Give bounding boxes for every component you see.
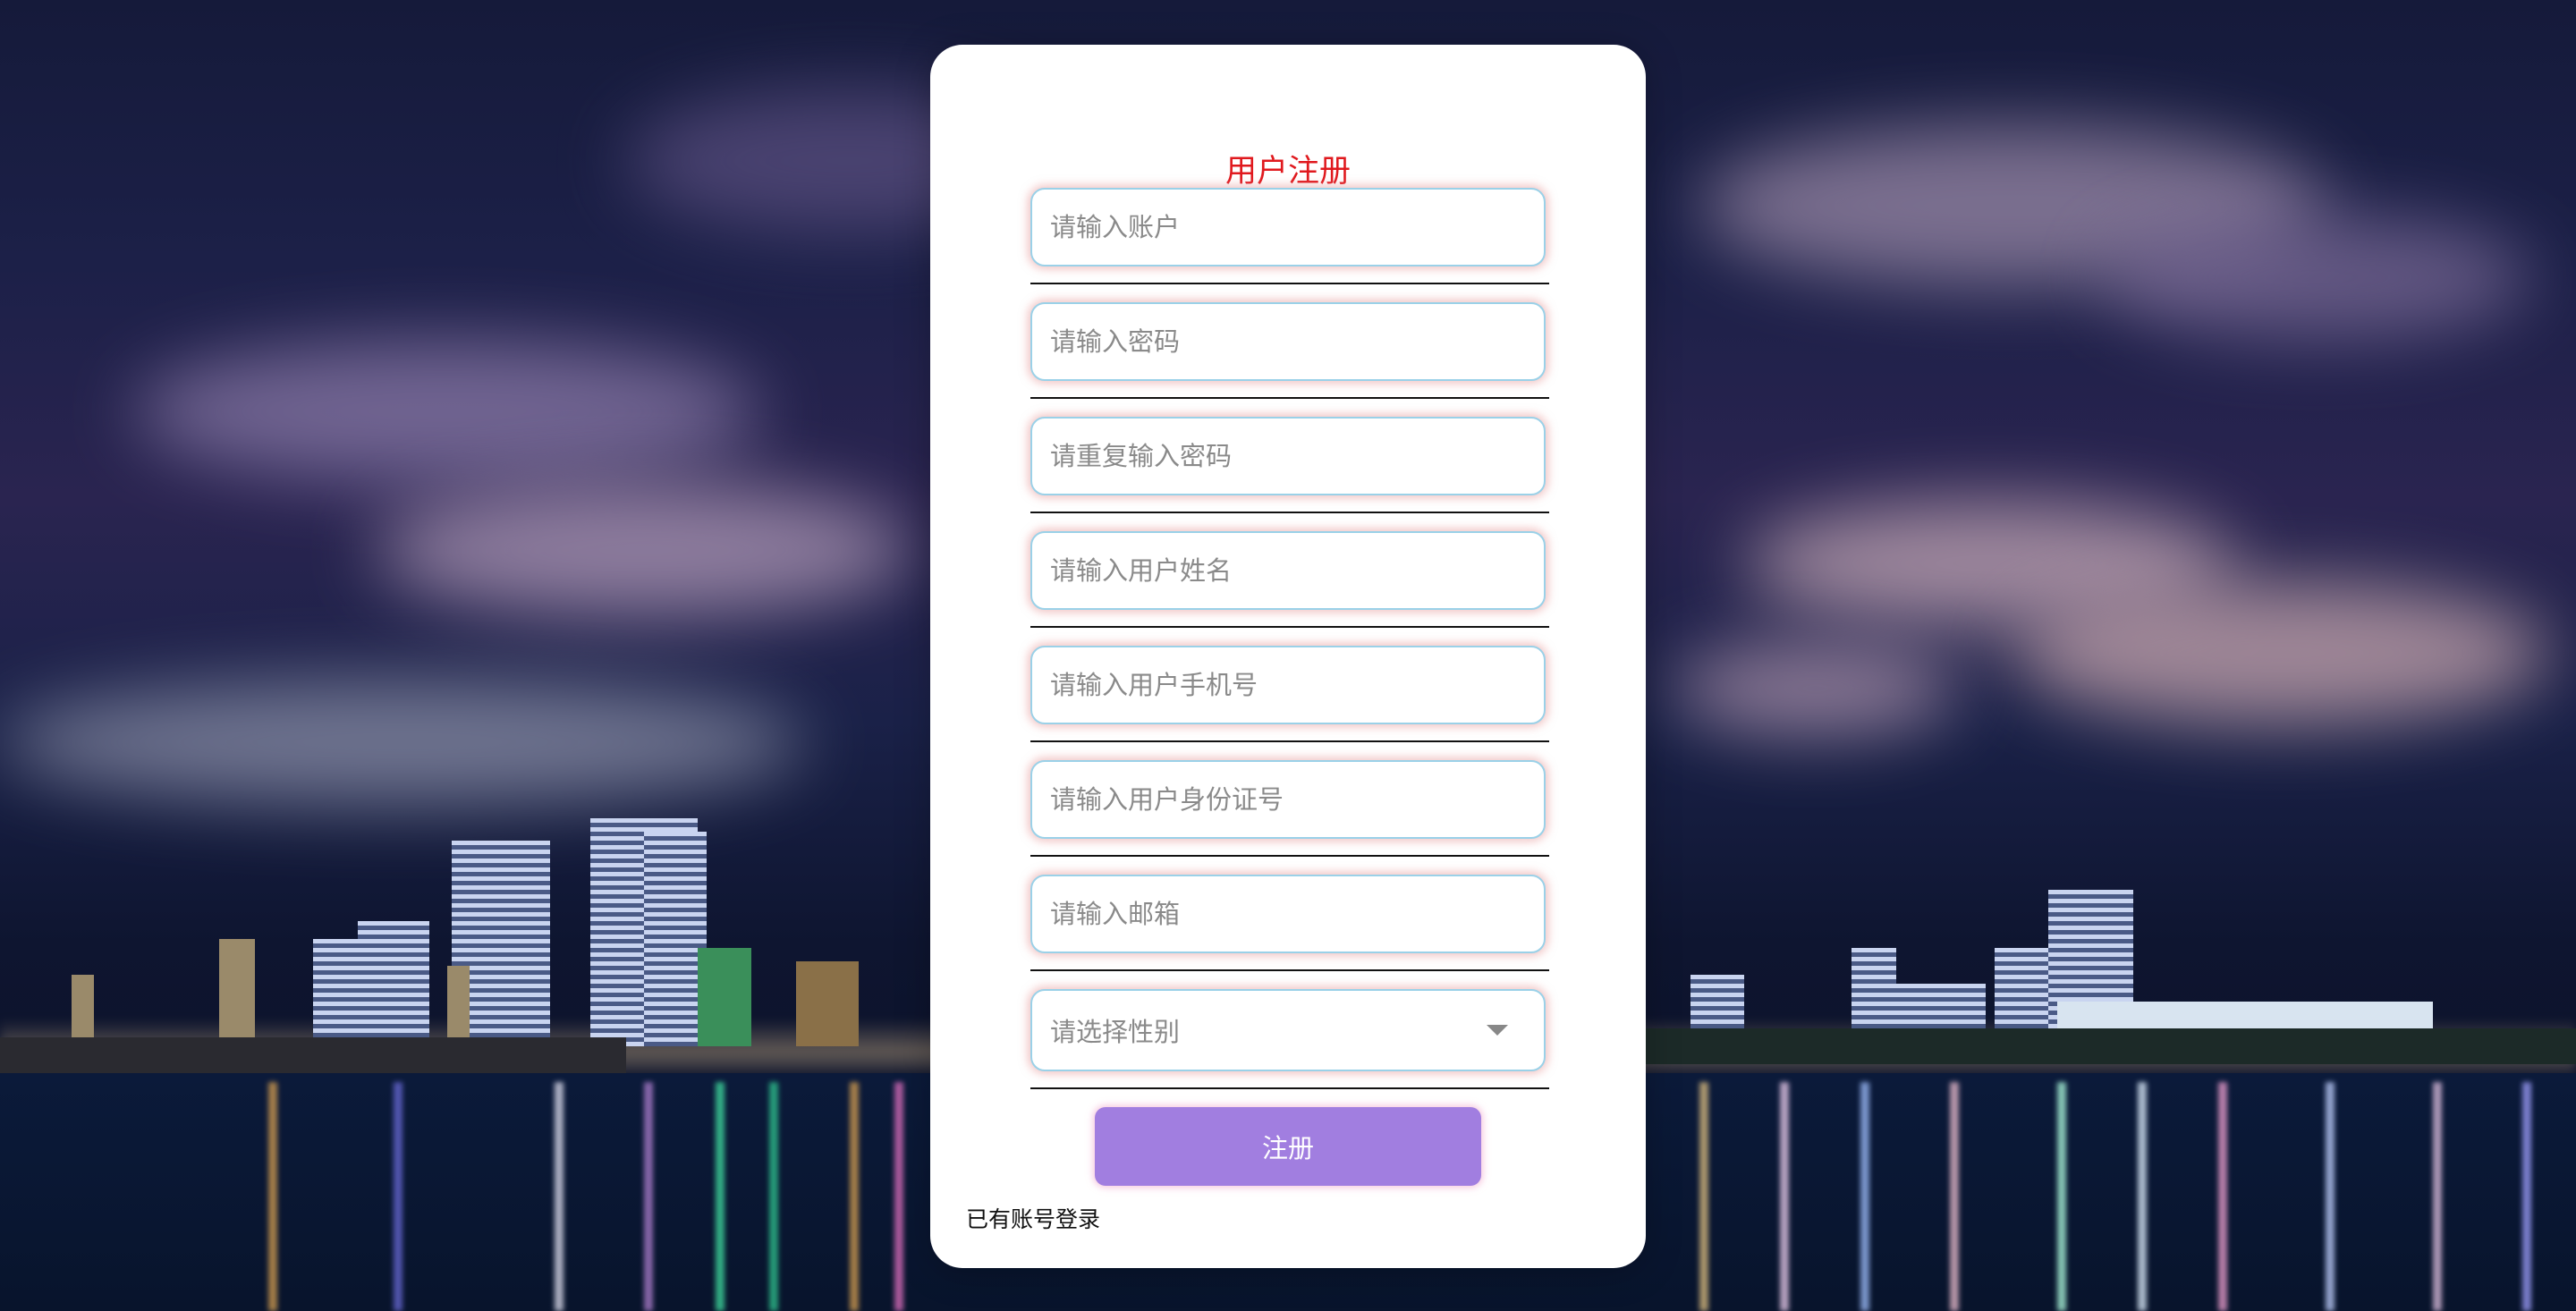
account-field-row <box>1030 188 1549 302</box>
divider <box>1030 626 1549 628</box>
divider <box>1030 397 1549 399</box>
id-number-input[interactable] <box>1030 760 1546 839</box>
id-number-field-row <box>1030 760 1549 875</box>
divider <box>1030 1087 1549 1089</box>
divider <box>1030 740 1549 742</box>
confirm-password-input[interactable] <box>1030 417 1546 495</box>
name-field-row <box>1030 531 1549 646</box>
email-field-row <box>1030 875 1549 989</box>
password-input[interactable] <box>1030 302 1546 381</box>
chevron-down-icon <box>1487 1025 1508 1036</box>
gender-select-placeholder: 请选择性别 <box>1050 1017 1181 1047</box>
password-field-row <box>1030 302 1549 417</box>
gender-field-row: 请选择性别 <box>1030 989 1549 1104</box>
divider <box>1030 283 1549 284</box>
account-input[interactable] <box>1030 188 1546 266</box>
divider <box>1030 855 1549 857</box>
login-link[interactable]: 已有账号登录 <box>966 1204 1100 1236</box>
phone-input[interactable] <box>1030 646 1546 724</box>
register-card: 用户注册 请选择性别 注册 已有账号登录 <box>930 45 1646 1268</box>
register-button[interactable]: 注册 <box>1095 1107 1481 1186</box>
email-input[interactable] <box>1030 875 1546 953</box>
name-input[interactable] <box>1030 531 1546 610</box>
gender-select[interactable]: 请选择性别 <box>1030 989 1546 1071</box>
confirm-password-field-row <box>1030 417 1549 531</box>
divider <box>1030 969 1549 971</box>
phone-field-row <box>1030 646 1549 760</box>
divider <box>1030 512 1549 513</box>
